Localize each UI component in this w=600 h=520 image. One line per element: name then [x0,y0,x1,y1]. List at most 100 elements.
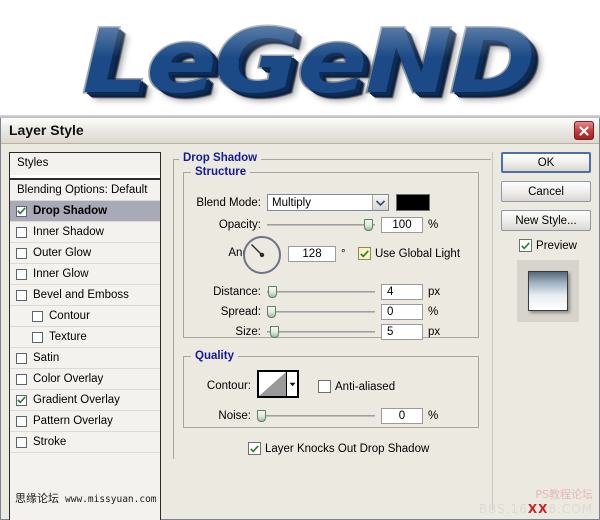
quality-title: Quality [191,350,238,362]
styles-item-checkbox[interactable] [16,436,27,448]
noise-slider[interactable] [257,409,375,423]
styles-item-outer-glow[interactable]: Outer Glow [10,243,160,264]
styles-item-checkbox[interactable] [16,247,27,259]
close-button[interactable] [574,121,594,140]
styles-item-contour[interactable]: Contour [10,306,160,327]
size-slider[interactable] [267,325,375,339]
styles-item-blending-options[interactable]: Blending Options: Default [10,180,160,201]
opacity-slider-thumb[interactable] [364,219,373,231]
angle-value-row: 128 ° [288,246,346,262]
use-global-light-checkbox[interactable] [358,247,371,260]
preview-checkbox[interactable] [519,239,533,252]
styles-item-label: Bevel and Emboss [33,289,129,301]
contour-curve-icon [259,372,286,396]
angle-input[interactable]: 128 [288,246,336,262]
styles-item-label: Gradient Overlay [33,394,120,406]
close-icon [579,125,589,136]
anti-aliased-checkbox[interactable] [318,380,331,393]
legend-headline: LeGeND [81,10,538,113]
styles-item-drop-shadow[interactable]: Drop Shadow [10,201,160,222]
styles-item-inner-shadow[interactable]: Inner Shadow [10,222,160,243]
distance-slider-thumb[interactable] [268,286,277,298]
watermark-left-url: www.missyuan.com [65,494,157,505]
styles-item-checkbox[interactable] [16,205,27,217]
dialog-titlebar[interactable]: Layer Style [1,118,599,144]
size-label: Size: [235,326,261,338]
spread-label: Spread: [220,306,261,318]
check-icon [521,241,530,250]
use-global-light-row[interactable]: Use Global Light [358,247,460,260]
screen: LeGeND Layer Style Styles Blending Optio… [0,0,600,520]
anti-aliased-label: Anti-aliased [335,380,396,393]
styles-item-label: Color Overlay [33,373,104,385]
distance-input[interactable]: 4 [381,284,423,300]
ok-button[interactable]: OK [501,152,591,173]
opacity-slider[interactable] [267,218,375,232]
watermark-left: 思缘论坛 www.missyuan.com [15,490,157,506]
blend-mode-label: Blend Mode: [196,196,261,209]
size-slider-thumb[interactable] [270,326,279,338]
cancel-button[interactable]: Cancel [501,181,591,202]
styles-item-stroke[interactable]: Stroke [10,432,160,453]
spread-input[interactable]: 0 [381,304,423,320]
angle-dial[interactable] [243,236,281,274]
size-row: Size: 5 px [189,324,440,340]
preview-row[interactable]: Preview [501,239,595,252]
styles-item-bevel-and-emboss[interactable]: Bevel and Emboss [10,285,160,306]
styles-item-color-overlay[interactable]: Color Overlay [10,369,160,390]
styles-item-gradient-overlay[interactable]: Gradient Overlay [10,390,160,411]
styles-item-texture[interactable]: Texture [10,327,160,348]
distance-slider[interactable] [267,285,375,299]
styles-item-label: Inner Shadow [33,226,104,238]
size-slider-track [267,331,375,333]
styles-item-checkbox[interactable] [16,289,27,301]
size-input[interactable]: 5 [381,324,423,340]
styles-item-inner-glow[interactable]: Inner Glow [10,264,160,285]
preview-thumbnail-swatch [528,271,568,311]
styles-item-checkbox[interactable] [16,226,27,238]
opacity-label: Opacity: [218,219,261,231]
contour-preset-select[interactable] [257,370,299,398]
blend-mode-select[interactable]: Multiply [267,194,389,211]
opacity-row: Opacity: 100 % [195,217,438,233]
blend-mode-value: Multiply [272,196,311,209]
legend-artwork: LeGeND [0,0,600,118]
dialog-body: Styles Blending Options: Default Drop Sh… [1,144,599,520]
layer-knocks-out-row[interactable]: Layer Knocks Out Drop Shadow [248,442,429,455]
check-icon [250,444,259,453]
styles-item-label: Drop Shadow [33,205,108,217]
noise-slider-thumb[interactable] [257,410,266,422]
opacity-unit: % [428,219,439,231]
layer-knocks-out-label: Layer Knocks Out Drop Shadow [265,442,430,455]
noise-input[interactable]: 0 [381,408,423,424]
actions-separator [492,152,493,510]
anti-aliased-row[interactable]: Anti-aliased [318,380,395,393]
dialog-actions-column: OK Cancel New Style... Preview [492,152,595,510]
blend-mode-row: Blend Mode: Multiply [195,194,430,211]
angle-value: 128 [302,248,322,260]
noise-row: Noise: 0 % [195,408,438,424]
spread-slider[interactable] [267,305,375,319]
distance-row: Distance: 4 px [189,284,440,300]
new-style-button[interactable]: New Style... [501,210,591,231]
angle-unit: ° [341,248,346,260]
noise-value: 0 [398,410,406,422]
styles-item-checkbox[interactable] [16,415,27,427]
styles-item-label: Outer Glow [33,247,92,259]
styles-item-checkbox[interactable] [16,268,27,280]
styles-item-satin[interactable]: Satin [10,348,160,369]
spread-slider-thumb[interactable] [267,306,276,318]
shadow-color-swatch[interactable] [396,194,430,211]
layer-knocks-out-checkbox[interactable] [248,442,261,455]
opacity-input[interactable]: 100 [381,217,423,233]
styles-item-checkbox[interactable] [32,310,43,322]
styles-item-label: Inner Glow [33,268,89,280]
styles-item-pattern-overlay[interactable]: Pattern Overlay [10,411,160,432]
styles-item-checkbox[interactable] [16,394,27,406]
styles-item-checkbox[interactable] [16,373,27,385]
noise-unit: % [428,410,439,422]
styles-item-checkbox[interactable] [32,331,43,343]
angle-dial-needle-icon [250,243,265,258]
styles-item-checkbox[interactable] [16,352,27,364]
spread-unit: % [428,306,439,318]
